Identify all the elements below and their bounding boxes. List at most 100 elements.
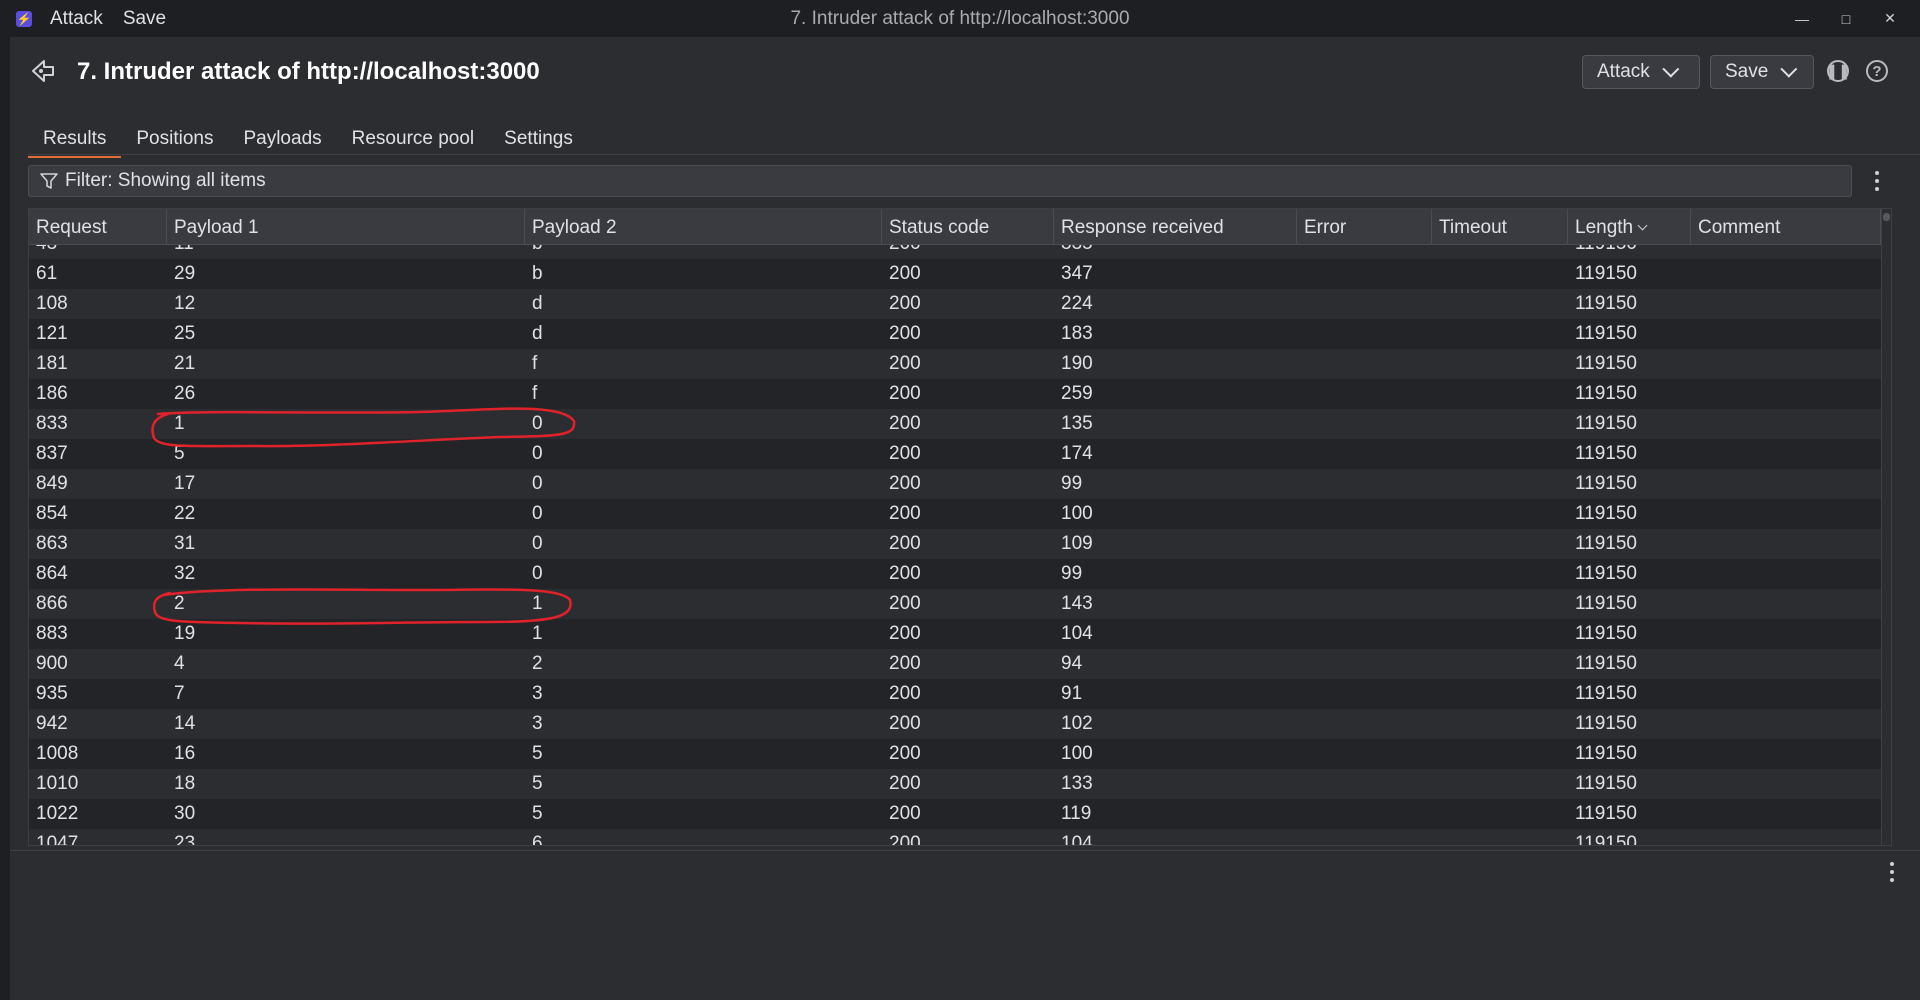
- table-row[interactable]: 883 19 1 200 104 119150: [29, 619, 1881, 649]
- cell-payload-2: 0: [532, 413, 543, 434]
- tab-results[interactable]: Results: [28, 124, 122, 158]
- tab-settings[interactable]: Settings: [489, 124, 588, 158]
- cell-timeout: [1432, 619, 1568, 649]
- column-header-length[interactable]: Length: [1568, 209, 1691, 245]
- cell-length: 119150: [1575, 533, 1637, 554]
- cell-payload-1: 14: [174, 713, 196, 734]
- cell-payload-1: 22: [174, 503, 196, 524]
- minimize-icon[interactable]: —: [1780, 0, 1824, 37]
- tab-resource-pool[interactable]: Resource pool: [337, 124, 490, 158]
- cell-payload-2: d: [532, 323, 543, 344]
- save-button[interactable]: Save: [1710, 55, 1814, 89]
- cell-request: 181: [36, 353, 68, 374]
- cell-request: 108: [36, 293, 68, 314]
- filter-text: Filter: Showing all items: [65, 170, 266, 191]
- cell-request: 849: [36, 473, 68, 494]
- cell-request: 900: [36, 653, 68, 674]
- cell-error: [1297, 499, 1432, 529]
- table-row[interactable]: 866 2 1 200 143 119150: [29, 589, 1881, 619]
- table-row[interactable]: 935 7 3 200 91 119150: [29, 679, 1881, 709]
- cell-status-code: 200: [889, 383, 921, 404]
- close-icon[interactable]: ✕: [1868, 0, 1912, 37]
- bottom-kebab-menu-icon[interactable]: [1889, 862, 1895, 882]
- table-row[interactable]: 1022 30 5 200 119 119150: [29, 799, 1881, 829]
- cell-response-received: 259: [1061, 383, 1093, 404]
- scrollbar-thumb[interactable]: [1883, 213, 1890, 221]
- tab-payloads[interactable]: Payloads: [228, 124, 336, 158]
- cell-comment: [1691, 829, 1881, 845]
- cell-error: [1297, 589, 1432, 619]
- cell-timeout: [1432, 709, 1568, 739]
- table-row[interactable]: 1008 16 5 200 100 119150: [29, 739, 1881, 769]
- cell-request: 1047: [36, 833, 79, 846]
- column-header-request[interactable]: Request: [29, 209, 167, 245]
- tab-bar: Results Positions Payloads Resource pool…: [28, 124, 588, 158]
- cell-length: 119150: [1575, 803, 1637, 824]
- help-icon[interactable]: ?: [1866, 60, 1888, 82]
- page-title: 7. Intruder attack of http://localhost:3…: [77, 58, 540, 85]
- cell-payload-1: 30: [174, 803, 196, 824]
- filter-bar[interactable]: Filter: Showing all items: [28, 165, 1852, 197]
- cell-request: 935: [36, 683, 68, 704]
- cell-length: 119150: [1575, 413, 1637, 434]
- cell-status-code: 200: [889, 353, 921, 374]
- cell-response-received: 104: [1061, 833, 1093, 846]
- tab-positions[interactable]: Positions: [121, 124, 228, 158]
- table-row[interactable]: 108 12 d 200 224 119150: [29, 289, 1881, 319]
- cell-comment: [1691, 289, 1881, 319]
- table-row[interactable]: 837 5 0 200 174 119150: [29, 439, 1881, 469]
- cell-length: 119150: [1575, 653, 1637, 674]
- cell-error: [1297, 469, 1432, 499]
- column-header-response-received[interactable]: Response received: [1054, 209, 1297, 245]
- cell-timeout: [1432, 829, 1568, 845]
- table-row[interactable]: 186 26 f 200 259 119150: [29, 379, 1881, 409]
- cell-payload-2: f: [532, 353, 538, 374]
- table-row[interactable]: 854 22 0 200 100 119150: [29, 499, 1881, 529]
- column-header-payload-1[interactable]: Payload 1: [167, 209, 525, 245]
- cell-error: [1297, 739, 1432, 769]
- menu-attack[interactable]: Attack: [46, 8, 107, 30]
- attack-button[interactable]: Attack: [1582, 55, 1700, 89]
- kebab-menu-icon[interactable]: [1874, 171, 1880, 191]
- cell-timeout: [1432, 559, 1568, 589]
- cell-payload-2: 3: [532, 683, 543, 704]
- cell-error: [1297, 619, 1432, 649]
- cell-request: 1008: [36, 743, 79, 764]
- table-row[interactable]: 1047 23 6 200 104 119150: [29, 829, 1881, 846]
- column-header-comment[interactable]: Comment: [1691, 209, 1881, 245]
- cell-length: 119150: [1575, 293, 1637, 314]
- cell-length: 119150: [1575, 323, 1637, 344]
- pause-icon[interactable]: ❚❚: [1825, 60, 1851, 82]
- column-header-status-code[interactable]: Status code: [882, 209, 1054, 245]
- table-row[interactable]: 1010 18 5 200 133 119150: [29, 769, 1881, 799]
- cell-payload-2: f: [532, 383, 538, 404]
- table-row[interactable]: 121 25 d 200 183 119150: [29, 319, 1881, 349]
- chevron-down-icon: [1662, 60, 1680, 78]
- maximize-icon[interactable]: □: [1824, 0, 1868, 37]
- table-row[interactable]: 849 17 0 200 99 119150: [29, 469, 1881, 499]
- table-row[interactable]: 942 14 3 200 102 119150: [29, 709, 1881, 739]
- cell-request: 1022: [36, 803, 79, 824]
- cell-status-code: 200: [889, 263, 921, 284]
- vertical-scrollbar[interactable]: [1881, 209, 1891, 845]
- menu-save[interactable]: Save: [119, 8, 170, 30]
- column-header-error[interactable]: Error: [1297, 209, 1432, 245]
- cell-timeout: [1432, 799, 1568, 829]
- cell-response-received: 109: [1061, 533, 1093, 554]
- table-row[interactable]: 833 1 0 200 135 119150: [29, 409, 1881, 439]
- table-row[interactable]: 181 21 f 200 190 119150: [29, 349, 1881, 379]
- cell-timeout: [1432, 379, 1568, 409]
- column-header-payload-2[interactable]: Payload 2: [525, 209, 882, 245]
- cell-status-code: 200: [889, 683, 921, 704]
- cell-payload-2: 3: [532, 713, 543, 734]
- table-row[interactable]: 900 4 2 200 94 119150: [29, 649, 1881, 679]
- table-row[interactable]: 61 29 b 200 347 119150: [29, 259, 1881, 289]
- cell-payload-2: 0: [532, 473, 543, 494]
- cell-timeout: [1432, 349, 1568, 379]
- column-header-timeout[interactable]: Timeout: [1432, 209, 1568, 245]
- table-row[interactable]: 863 31 0 200 109 119150: [29, 529, 1881, 559]
- tab-divider: [28, 154, 1920, 155]
- cell-length: 119150: [1575, 473, 1637, 494]
- back-arrow-icon[interactable]: [30, 58, 56, 84]
- table-row[interactable]: 864 32 0 200 99 119150: [29, 559, 1881, 589]
